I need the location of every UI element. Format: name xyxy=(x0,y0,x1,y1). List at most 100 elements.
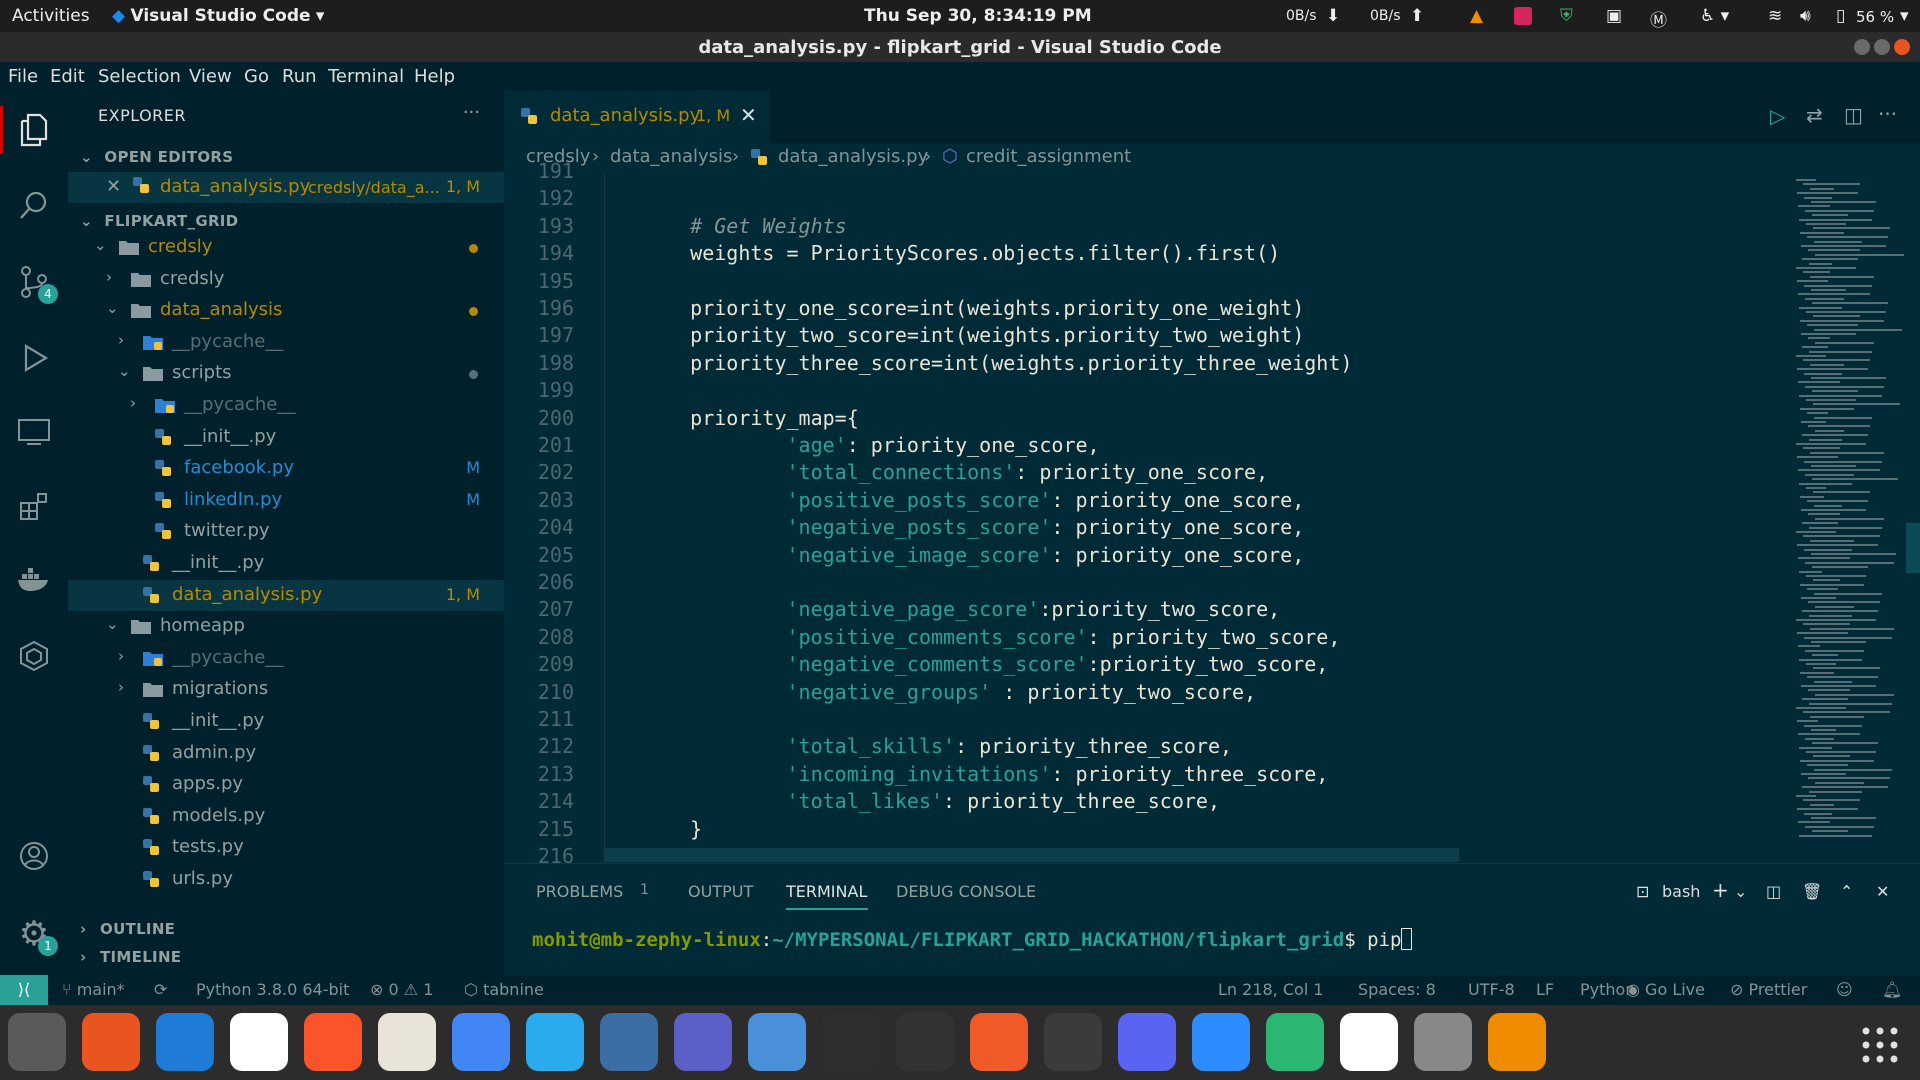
telegram-icon[interactable] xyxy=(526,1013,584,1071)
menu-view[interactable]: View xyxy=(189,66,232,87)
sync-icon[interactable]: ⟳ xyxy=(154,980,167,999)
discord-icon[interactable] xyxy=(1118,1013,1176,1071)
split-terminal-icon[interactable]: ◫ xyxy=(1766,882,1781,901)
notifications-bell-icon[interactable]: 🔔︎ xyxy=(1882,980,1902,999)
code-editor[interactable]: 191 192 193 # Get Weights 194 weights = Pri… xyxy=(504,159,1920,868)
tree-item[interactable]: facebook.py M xyxy=(68,453,504,484)
zoom-icon[interactable] xyxy=(1192,1013,1250,1071)
breadcrumb-item[interactable]: credit_assignment xyxy=(966,146,1131,167)
vertical-scrollbar[interactable] xyxy=(1906,523,1920,573)
explorer-icon[interactable] xyxy=(14,110,54,150)
wifi-icon[interactable]: ≋ xyxy=(1768,6,1782,26)
problems-status[interactable]: ⊗ 0 ⚠ 1 xyxy=(370,980,433,999)
new-terminal-icon[interactable]: + xyxy=(1712,878,1729,902)
more-actions-icon[interactable]: ··· xyxy=(1878,102,1897,126)
search-icon[interactable] xyxy=(14,186,54,226)
menu-go[interactable]: Go xyxy=(244,66,269,87)
tree-item[interactable]: ⌄ credsly xyxy=(68,232,504,263)
go-live-status[interactable]: ◉ Go Live xyxy=(1626,980,1705,999)
breadcrumb-item[interactable]: data_analysis.py xyxy=(778,146,928,167)
chrome-icon[interactable] xyxy=(452,1013,510,1071)
tree-item[interactable]: admin.py xyxy=(68,738,504,769)
maximize-panel-icon[interactable]: ⌃ xyxy=(1840,882,1853,901)
tree-item[interactable]: apps.py xyxy=(68,769,504,800)
breadcrumb-item[interactable]: data_analysis xyxy=(610,146,732,167)
tree-item[interactable]: twitter.py xyxy=(68,516,504,547)
tree-item[interactable]: __init__.py xyxy=(68,706,504,737)
sublime-icon[interactable] xyxy=(1044,1013,1102,1071)
settings-icon[interactable] xyxy=(1414,1013,1472,1071)
more-actions-icon[interactable]: ··· xyxy=(463,102,480,123)
close-panel-icon[interactable]: ✕ xyxy=(1876,882,1889,901)
git-branch[interactable]: ⑂ main* xyxy=(62,980,125,999)
tab-data-analysis[interactable]: data_analysis.py 1, M ✕ xyxy=(504,90,770,143)
app-menu[interactable]: ◆ Visual Studio Code ▾ xyxy=(112,6,324,26)
encoding[interactable]: UTF-8 xyxy=(1468,980,1515,999)
android-studio-icon[interactable] xyxy=(1340,1013,1398,1071)
remote-explorer-icon[interactable] xyxy=(14,412,54,452)
clipboard-icon[interactable]: ▣ xyxy=(1606,6,1622,26)
activities-button[interactable]: Activities xyxy=(12,6,90,26)
vlc-icon[interactable] xyxy=(1488,1013,1546,1071)
minimap[interactable] xyxy=(1790,173,1904,863)
docker-icon[interactable] xyxy=(14,560,54,600)
maximize-icon[interactable] xyxy=(1874,39,1890,55)
volume-icon[interactable]: 🔊︎ xyxy=(1800,6,1811,26)
python-interpreter[interactable]: Python 3.8.0 64-bit xyxy=(196,980,349,999)
terminal-icon[interactable] xyxy=(822,1013,880,1071)
tab-debug-console[interactable]: DEBUG CONSOLE xyxy=(896,882,1036,901)
run-debug-icon[interactable] xyxy=(14,338,54,378)
open-editor-item[interactable]: ✕ data_analysis.py credsly/data_a... 1, … xyxy=(68,172,504,203)
text-editor-icon[interactable] xyxy=(378,1013,436,1071)
tree-item[interactable]: __init__.py xyxy=(68,548,504,579)
menu-terminal[interactable]: Terminal xyxy=(328,66,404,87)
open-editors-header[interactable]: ⌄ OPEN EDITORS xyxy=(80,148,233,166)
minimize-icon[interactable] xyxy=(1854,39,1870,55)
shell-name[interactable]: bash xyxy=(1662,882,1700,901)
files-icon[interactable] xyxy=(8,1013,66,1071)
line-ending[interactable]: LF xyxy=(1536,980,1554,999)
menu-run[interactable]: Run xyxy=(282,66,317,87)
tree-item[interactable]: __init__.py xyxy=(68,422,504,453)
trash-icon[interactable]: 🗑︎ xyxy=(1802,882,1822,901)
image-viewer-icon[interactable] xyxy=(748,1013,806,1071)
updater-icon[interactable] xyxy=(896,1013,954,1071)
brave-icon[interactable] xyxy=(304,1013,362,1071)
battery-icon[interactable]: ▯ xyxy=(1836,6,1845,26)
vscode-icon[interactable] xyxy=(148,1005,222,1080)
compare-changes-icon[interactable]: ⇄ xyxy=(1806,103,1823,127)
remote-indicator-icon[interactable]: ⟩⟨ xyxy=(0,975,48,1005)
account-icon[interactable] xyxy=(14,836,54,876)
horizontal-scrollbar[interactable] xyxy=(604,848,1459,862)
shield-icon[interactable]: ⛨ xyxy=(1560,6,1573,26)
extensions-icon[interactable] xyxy=(14,486,54,526)
project-header[interactable]: ⌄ FLIPKART_GRID xyxy=(80,212,238,230)
profile-tray-icon[interactable]: Ⓜ xyxy=(1650,6,1667,31)
tree-item[interactable]: › __pycache__ xyxy=(68,643,504,674)
menu-edit[interactable]: Edit xyxy=(50,66,85,87)
show-applications-icon[interactable] xyxy=(1860,1025,1900,1065)
atom-icon[interactable] xyxy=(1266,1013,1324,1071)
tree-item[interactable]: ⌄ data_analysis xyxy=(68,295,504,326)
run-file-icon[interactable]: ▷ xyxy=(1770,104,1785,128)
source-control-icon[interactable]: 4 xyxy=(14,262,58,304)
slack-icon[interactable] xyxy=(230,1013,288,1071)
tree-item[interactable]: models.py xyxy=(68,801,504,832)
vlc-tray-icon[interactable]: ▲ xyxy=(1470,6,1483,26)
kubernetes-icon[interactable] xyxy=(14,636,54,676)
menu-file[interactable]: File xyxy=(8,66,38,87)
tray-app-icon[interactable] xyxy=(1514,7,1532,25)
tree-item[interactable]: › __pycache__ xyxy=(68,390,504,421)
terminal-line[interactable]: mohit@mb-zephy-linux:~/MYPERSONAL/FLIPKA… xyxy=(532,928,1413,951)
settings-gear-icon[interactable]: ⚙ 1 xyxy=(14,914,58,956)
cursor-position[interactable]: Ln 218, Col 1 xyxy=(1218,980,1324,999)
tree-item[interactable]: › credsly xyxy=(68,264,504,295)
close-editor-icon[interactable]: ✕ xyxy=(106,176,121,197)
outline-header[interactable]: › OUTLINE xyxy=(80,920,175,938)
tab-problems[interactable]: PROBLEMS xyxy=(536,882,623,901)
indentation[interactable]: Spaces: 8 xyxy=(1358,980,1436,999)
tree-item[interactable]: ⌄ homeapp xyxy=(68,611,504,642)
software-center-icon[interactable] xyxy=(82,1013,140,1071)
menu-help[interactable]: Help xyxy=(414,66,455,87)
close-window-icon[interactable] xyxy=(1894,39,1910,55)
